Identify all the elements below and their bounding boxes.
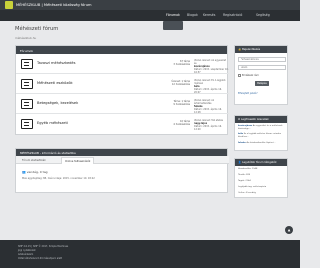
chevron-up-icon: ▲ [287, 228, 291, 232]
password-input[interactable] [238, 65, 286, 70]
forum-board-icon [21, 119, 33, 129]
forum-stats: Üzenet: 1 téma 12 hozzászólás [168, 80, 190, 86]
remember-me-label: Emlékezz rám [242, 74, 259, 77]
forum-name[interactable]: Tavaszi méhészkedés [37, 61, 76, 65]
latest-post-author[interactable]: kovácsjános [238, 125, 252, 127]
forum-info-header-text: Legutóbbi fórum látogatók [242, 161, 277, 164]
info-center-header: MÉHÉSZKLUB - információ és statisztika [16, 149, 227, 156]
forum-board-icon [21, 59, 33, 69]
latest-posts-header-text: Legfrissebb üzenetek [241, 118, 269, 121]
forum-post-count: 4 hozzászólás [173, 123, 190, 126]
nav-register[interactable]: Regisztráció [223, 13, 242, 17]
nav-forums[interactable]: Fórumok [166, 13, 180, 17]
info-line: Online: 8 vendég [238, 192, 256, 194]
forum-row[interactable]: Betegségek, kezelések Téma: 1 téma 9 hoz… [16, 94, 229, 114]
top-bar: MÉHÉSZKLUB | Méhészeti közösség fórum [0, 0, 300, 10]
info-line: Tagok: 2164 [238, 180, 251, 182]
main-navigation: Fórumok Blogok Keresés Regisztráció Segí… [0, 10, 300, 30]
username-input[interactable] [238, 57, 286, 62]
footer-privacy-link[interactable]: Adatvédelem [18, 253, 33, 256]
nav-blogs[interactable]: Blogok [187, 13, 198, 17]
latest-post-author[interactable]: béla [238, 133, 243, 135]
nav-help[interactable]: Segítség [256, 13, 270, 17]
tab-online-users[interactable]: Online felhasználók [61, 157, 95, 164]
forum-list: Fórumok Tavaszi méhészkedés 67 téma 3 ho… [15, 45, 229, 135]
forum-row[interactable]: Egyéb méhészeti 10 téma 4 hozzászólás Ut… [16, 114, 229, 134]
remember-me-checkbox[interactable] [238, 74, 241, 77]
forum-post-count: 3 hozzászólás [173, 63, 190, 66]
forum-info-panel: 👤 Legutóbbi fórum látogatók Hozzászólás:… [234, 158, 288, 198]
users-icon: 👥 [22, 170, 26, 174]
footer: SMF 2.0.15 | SMF © 2017, Simple Machines… [0, 240, 300, 268]
tab-forum-stats[interactable]: Fórum statisztikák [19, 157, 49, 164]
forum-info-header: 👤 Legutóbbi fórum látogatók [235, 159, 287, 166]
login-panel: 🔒 Bejelentkezés Emlékezz rám Belépés Elf… [234, 45, 288, 105]
site-title: MÉHÉSZKLUB | Méhészeti közösség fórum [16, 3, 92, 7]
latest-post-text: Az ártalmatlanítás lépései... [246, 142, 276, 144]
footer-page-time: Oldal létrehozva 0.04 másodperc alatt [18, 257, 63, 260]
forum-stats: 67 téma 3 hozzászólás [168, 60, 190, 66]
forum-name[interactable]: Egyéb méhészeti [37, 121, 68, 125]
latest-posts-panel: ✉ Legfrissebb üzenetek kovácsjános Az eg… [234, 115, 288, 151]
latest-post-text: Ez a legjobb méhész fórum, minden kérdés… [238, 133, 282, 138]
latest-posts-header: ✉ Legfrissebb üzenetek [235, 116, 287, 123]
lock-icon: 🔒 [238, 48, 242, 51]
forum-name[interactable]: Betegségek, kezelések [37, 101, 78, 105]
info-center-tabs: Fórum statisztikák Online felhasználók [16, 156, 229, 164]
info-center: MÉHÉSZKLUB - információ és statisztika F… [15, 148, 229, 193]
info-line: Témák: 289 [238, 174, 251, 176]
forum-last-post[interactable]: Utolsó üzenet: Téli etetés nagy.lajos Dá… [194, 119, 229, 131]
forum-row[interactable]: Tavaszi méhészkedés 67 téma 3 hozzászólá… [16, 54, 229, 74]
scroll-to-top-button[interactable]: ▲ [285, 226, 293, 234]
forum-post-count: 9 hozzászólás [173, 103, 190, 106]
latest-post-item[interactable]: béla Ez a legjobb méhész fórum, minden k… [238, 133, 287, 139]
chat-icon: ✉ [238, 118, 241, 121]
site-logo[interactable] [5, 1, 13, 9]
nav-search[interactable]: Keresés [203, 13, 215, 17]
forum-last-post[interactable]: Utolsó üzenet: Az ártalmatlanítás fekeke… [194, 99, 229, 114]
nav-active-highlight [163, 21, 183, 30]
breadcrumb[interactable]: méhészklub.hu [15, 36, 36, 40]
latest-post-item[interactable]: fekeke Az ártalmatlanítás lépései... [238, 142, 287, 145]
footer-copyright[interactable]: SMF 2.0.15 | SMF © 2017, Simple Machines [18, 245, 68, 248]
login-button[interactable]: Belépés [255, 81, 269, 86]
login-panel-header: 🔒 Bejelentkezés [235, 46, 287, 53]
forum-last-post[interactable]: Utolsó üzenet: Az egyesület és kovácsján… [194, 59, 229, 74]
latest-post-author[interactable]: fekeke [238, 142, 246, 144]
info-line: Hozzászólás: 1548 [238, 168, 258, 170]
forum-list-header: Fórumok [16, 46, 227, 54]
forum-post-count: 12 hozzászólás [171, 83, 190, 86]
forum-board-icon [21, 99, 33, 109]
person-icon: 👤 [238, 161, 242, 164]
last-post-date: Dátum: 2015. április 16. 12:20 [194, 125, 222, 131]
latest-post-item[interactable]: kovácsjános Az egyesület és a méhészek k… [238, 125, 287, 131]
info-line[interactable]: Legújabb tag: méhészpista [238, 186, 287, 189]
online-users-summary: 👥 vendég, 0 tag [22, 170, 48, 174]
forum-stats: 10 téma 4 hozzászólás [168, 120, 190, 126]
online-users-text: vendég, 0 tag [26, 170, 48, 174]
forum-last-post[interactable]: Utolsó üzenet: Ez A legjobb méhész béla … [194, 79, 229, 94]
online-record: Max egyidejűleg: 88, Csúcs ideje: 2015. … [22, 177, 95, 180]
forum-name[interactable]: Méhészeti eszközök [37, 81, 73, 85]
forum-stats: Téma: 1 téma 9 hozzászólás [168, 100, 190, 106]
footer-legal-link[interactable]: Jogi nyilatkozat [18, 249, 35, 252]
forum-row[interactable]: Méhészeti eszközök Üzenet: 1 téma 12 hoz… [16, 74, 229, 94]
login-header-text: Bejelentkezés [242, 48, 261, 51]
page-title: Méhészeti fórum [15, 26, 59, 32]
forum-board-icon [21, 79, 33, 89]
forgot-password-link[interactable]: Elfelejtett jelszó? [238, 92, 258, 95]
